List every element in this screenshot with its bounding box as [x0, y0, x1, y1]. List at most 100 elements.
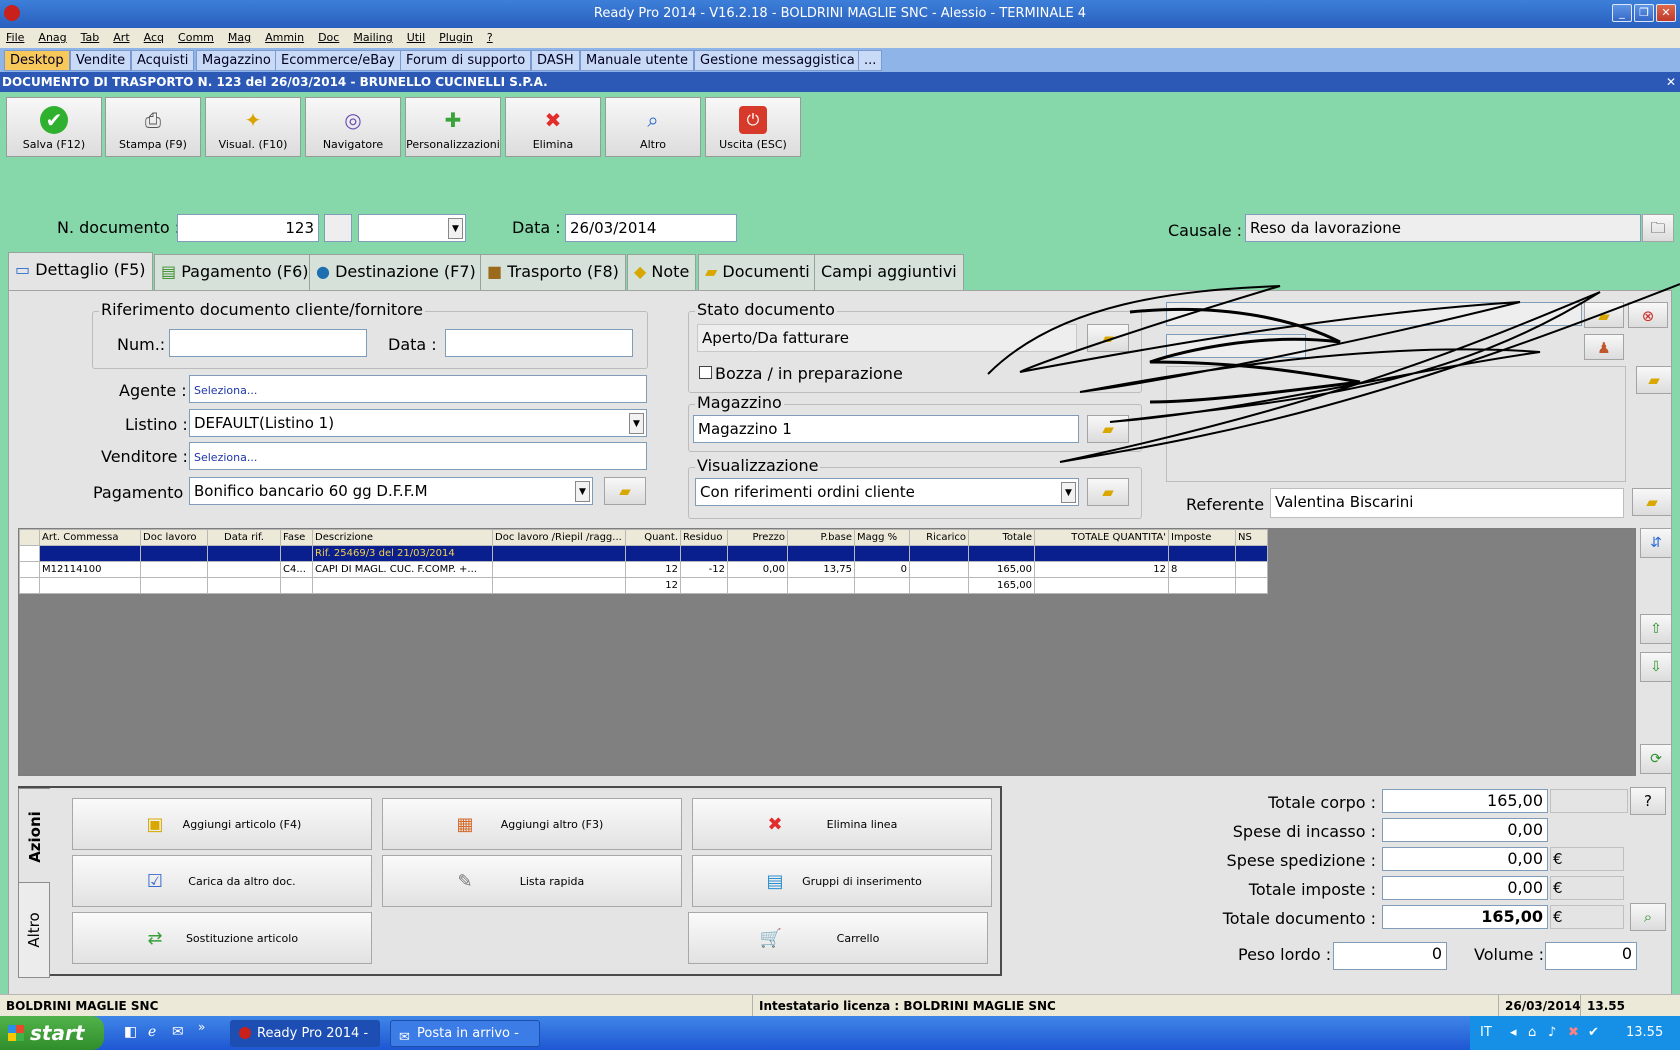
desktop-icon[interactable]: ◧	[124, 1024, 137, 1040]
cell[interactable]	[207, 561, 281, 578]
customer-person-button[interactable]: ♟	[1584, 334, 1624, 360]
referente-folder-button[interactable]: ▰	[1632, 488, 1672, 516]
tab-magazzino[interactable]: Magazzino	[196, 50, 277, 71]
sort-button[interactable]: ⇵	[1640, 528, 1672, 558]
reference-date-input[interactable]	[445, 329, 633, 357]
col-header[interactable]: P.base	[787, 529, 855, 546]
menu-plugin[interactable]: Plugin	[439, 31, 473, 44]
doc-series-select[interactable]: ▼	[358, 214, 466, 242]
volume-field[interactable]: 0	[1545, 942, 1637, 970]
state-field[interactable]: Aperto/Da fatturare	[697, 324, 1077, 352]
cell[interactable]	[680, 545, 728, 562]
customer-address-field[interactable]	[1166, 366, 1626, 482]
security-icon[interactable]: ✖	[1568, 1016, 1579, 1050]
total-body-field[interactable]: 165,00	[1382, 789, 1548, 813]
taskbar-item-mail[interactable]: ✉ Posta in arrivo - O...	[390, 1020, 540, 1047]
move-up-button[interactable]: ⇧	[1640, 614, 1672, 644]
cell[interactable]	[312, 577, 493, 594]
listino-select[interactable]: DEFAULT(Listino 1) ▼	[189, 409, 647, 437]
collection-field[interactable]: 0,00	[1382, 818, 1548, 842]
shipping-field[interactable]: 0,00	[1382, 847, 1548, 871]
language-indicator[interactable]: IT	[1480, 1016, 1492, 1050]
menu-tab[interactable]: Tab	[81, 31, 100, 44]
zoom-total-button[interactable]: ⌕	[1630, 903, 1666, 931]
tab-vendite[interactable]: Vendite	[70, 50, 132, 71]
cell[interactable]	[909, 545, 969, 562]
tab-dash[interactable]: DASH	[531, 50, 580, 71]
move-down-button[interactable]: ⇩	[1640, 652, 1672, 682]
tab-acquisti[interactable]: Acquisti	[131, 50, 195, 71]
cell[interactable]	[140, 545, 208, 562]
cell[interactable]	[39, 577, 141, 594]
taskbar-item-readypro[interactable]: Ready Pro 2014 - ...	[230, 1020, 380, 1047]
other-button[interactable]: ⌕ Altro	[605, 97, 701, 157]
browser-icon[interactable]: ℯ	[148, 1024, 156, 1040]
cell[interactable]	[39, 545, 141, 562]
exit-button[interactable]: ⏻ Uscita (ESC)	[705, 97, 801, 157]
cell[interactable]: 13,75	[787, 561, 855, 578]
menu-ammin[interactable]: Ammin	[265, 31, 304, 44]
date-field[interactable]: 26/03/2014	[565, 214, 737, 242]
replace-article-button[interactable]: ⇄ Sostituzione articolo	[72, 912, 372, 964]
agent-field[interactable]: Seleziona...	[189, 375, 647, 403]
cell[interactable]: M12114100	[39, 561, 141, 578]
cell[interactable]	[1235, 561, 1268, 578]
cell[interactable]	[909, 577, 969, 594]
tab-desktop[interactable]: Desktop	[4, 50, 70, 71]
refresh-button[interactable]: ⟳	[1640, 744, 1672, 774]
col-header[interactable]: Quant.	[625, 529, 681, 546]
cell[interactable]	[140, 577, 208, 594]
tab-altro[interactable]: Altro	[18, 882, 50, 978]
menu-art[interactable]: Art	[113, 31, 129, 44]
cell[interactable]: CAPI DI MAGL. CUC. F.COMP. +...	[312, 561, 493, 578]
menu-doc[interactable]: Doc	[318, 31, 339, 44]
tab-note[interactable]: ◆ Note	[627, 254, 697, 290]
table-row[interactable]: Rif. 25469/3 del 21/03/2014	[19, 545, 1268, 562]
network-icon[interactable]: ⌂	[1528, 1016, 1536, 1050]
reference-num-input[interactable]	[169, 329, 367, 357]
customer-clear-button[interactable]: ⊗	[1628, 302, 1668, 328]
cell[interactable]	[140, 561, 208, 578]
tab-campi-aggiuntivi[interactable]: Campi aggiuntivi	[814, 254, 964, 290]
tray-app-icon[interactable]: ✔	[1588, 1016, 1599, 1050]
payment-select[interactable]: Bonifico bancario 60 gg D.F.F.M ▼	[189, 477, 593, 505]
delete-line-button[interactable]: ✖ Elimina linea	[692, 798, 992, 850]
cell[interactable]	[909, 561, 969, 578]
tab-pagamento[interactable]: ▤ Pagamento (F6)	[154, 254, 316, 290]
seller-field[interactable]: Seleziona...	[189, 442, 647, 470]
cell[interactable]: 165,00	[968, 561, 1035, 578]
col-header[interactable]: TOTALE QUANTITA'	[1034, 529, 1169, 546]
cell[interactable]: 0,00	[727, 561, 788, 578]
cell[interactable]: Rif. 25469/3 del 21/03/2014	[312, 545, 493, 562]
cell[interactable]	[492, 577, 626, 594]
chevron-down-icon[interactable]: ▼	[1061, 482, 1076, 503]
cell[interactable]	[1235, 577, 1268, 594]
cart-button[interactable]: 🛒 Carrello	[688, 912, 988, 964]
cell[interactable]	[1235, 545, 1268, 562]
document-lines-grid[interactable]: Art. Commessa Doc lavoro Data rif. Fase …	[18, 528, 1636, 776]
delete-button[interactable]: ✖ Elimina	[505, 97, 601, 157]
col-header[interactable]: Residuo	[680, 529, 728, 546]
cell[interactable]: 8	[1168, 561, 1236, 578]
minimize-button[interactable]: _	[1612, 4, 1632, 22]
customer-code-field[interactable]	[1166, 334, 1306, 358]
mail-icon[interactable]: ✉	[172, 1024, 184, 1040]
warehouse-field[interactable]: Magazzino 1	[693, 415, 1079, 443]
menu-acq[interactable]: Acq	[144, 31, 164, 44]
total-doc-field[interactable]: 165,00	[1382, 905, 1548, 929]
close-window-button[interactable]: ✕	[1656, 4, 1676, 22]
tab-more[interactable]: ...	[858, 50, 883, 71]
volume-icon[interactable]: ♪	[1548, 1016, 1556, 1050]
col-header[interactable]: Doc lavoro	[140, 529, 208, 546]
chevron-down-icon[interactable]: ▼	[448, 218, 463, 239]
cell[interactable]	[787, 545, 855, 562]
col-header[interactable]: Doc lavoro /Riepil /ragg...	[492, 529, 626, 546]
chevron-down-icon[interactable]: ▼	[575, 481, 590, 502]
cell[interactable]	[854, 545, 910, 562]
save-button[interactable]: ✔ Salva (F12)	[6, 97, 102, 157]
insert-groups-button[interactable]: ▤ Gruppi di inserimento	[692, 855, 992, 907]
col-header[interactable]: Ricarico	[909, 529, 969, 546]
tab-documenti[interactable]: ▰ Documenti	[698, 254, 817, 290]
view-select[interactable]: Con riferimenti ordini cliente ▼	[695, 478, 1079, 506]
cell[interactable]: 165,00	[968, 577, 1035, 594]
